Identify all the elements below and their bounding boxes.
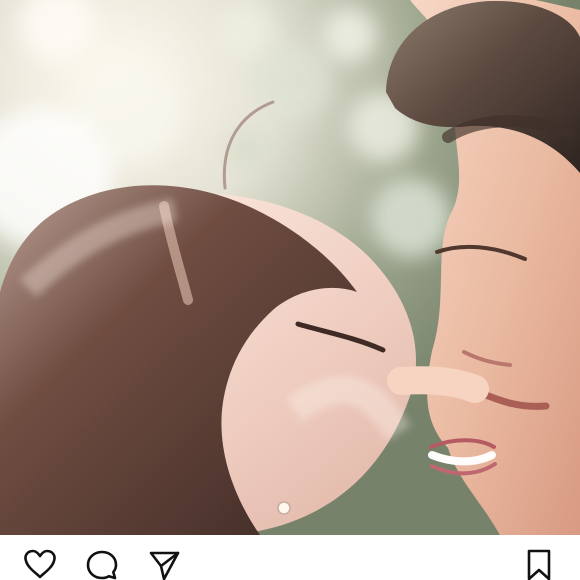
instagram-post (0, 0, 580, 580)
send-icon[interactable] (143, 548, 185, 580)
bookmark-icon[interactable] (518, 548, 560, 580)
couple-photo-illustration (0, 0, 580, 535)
post-photo[interactable] (0, 0, 580, 535)
post-action-bar (0, 535, 580, 580)
comment-icon[interactable] (81, 548, 123, 580)
heart-icon[interactable] (19, 548, 61, 580)
